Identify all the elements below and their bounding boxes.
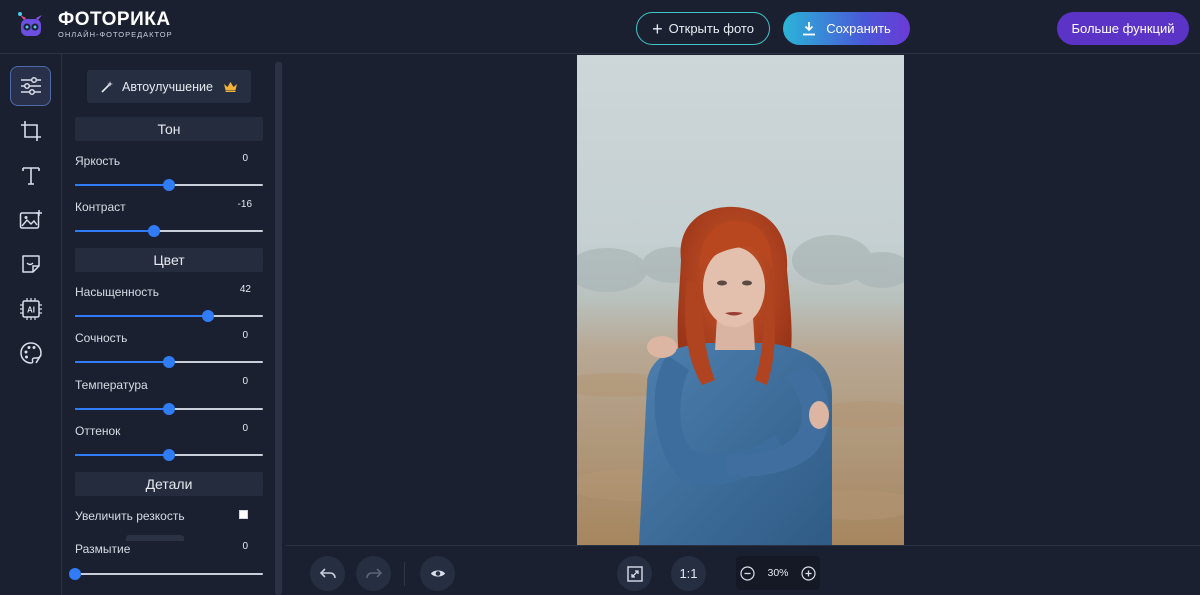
vibrance-value: 0 xyxy=(242,330,248,341)
blur-slider[interactable] xyxy=(69,568,263,580)
contrast-slider[interactable] xyxy=(75,225,263,237)
blur-slider-thumb[interactable] xyxy=(69,568,81,580)
auto-enhance-button[interactable]: Автоулучшение xyxy=(87,70,251,103)
tint-slider-thumb[interactable] xyxy=(163,449,175,461)
photo-image xyxy=(577,55,904,545)
blur-value: 0 xyxy=(242,541,248,552)
tools-rail: AI xyxy=(0,54,62,595)
temperature-slider-thumb[interactable] xyxy=(163,403,175,415)
adjustments-panel: Автоулучшение Тон Яркость 0 Контраст -16… xyxy=(63,54,285,595)
vibrance-slider[interactable] xyxy=(75,356,263,368)
app-subtitle: ОНЛАЙН-ФОТОРЕДАКТОР xyxy=(58,30,173,39)
brightness-slider[interactable] xyxy=(75,179,263,191)
saturation-slider[interactable] xyxy=(75,310,263,322)
section-tone: Тон xyxy=(75,117,263,141)
zoom-out-icon[interactable] xyxy=(740,565,755,581)
logo[interactable]: ФОТОРИКА ОНЛАЙН-ФОТОРЕДАКТОР xyxy=(16,10,173,40)
saturation-slider-thumb[interactable] xyxy=(202,310,215,322)
canvas-area xyxy=(286,54,1200,545)
plus-icon: + xyxy=(652,18,663,39)
sliders-icon xyxy=(20,76,41,96)
tool-adjust[interactable] xyxy=(10,66,51,106)
tint-slider[interactable] xyxy=(75,449,263,461)
eye-icon xyxy=(430,570,445,577)
auto-enhance-label: Автоулучшение xyxy=(122,79,213,94)
tint-value: 0 xyxy=(242,423,248,434)
panel-scrollbar[interactable] xyxy=(275,62,282,595)
app-title: ФОТОРИКА xyxy=(58,9,171,30)
undo-button[interactable] xyxy=(310,556,345,591)
redo-icon xyxy=(365,567,382,578)
download-icon xyxy=(803,22,816,36)
contrast-value: -16 xyxy=(237,199,252,210)
section-details-label: Детали xyxy=(145,476,193,492)
saturation-label: Насыщенность xyxy=(75,285,160,299)
expand-icon xyxy=(626,565,643,582)
actual-size-label: 1:1 xyxy=(679,566,698,581)
logo-icon xyxy=(16,10,46,40)
temperature-slider[interactable] xyxy=(75,403,263,415)
tool-add-image[interactable] xyxy=(10,200,51,240)
actual-size-button[interactable]: 1:1 xyxy=(671,556,706,591)
zoom-control: 30% xyxy=(736,556,820,590)
section-tone-label: Тон xyxy=(157,121,181,137)
palette-icon xyxy=(19,342,42,364)
fit-to-screen-button[interactable] xyxy=(617,556,652,591)
brightness-slider-thumb[interactable] xyxy=(163,179,175,191)
vibrance-label: Сочность xyxy=(75,331,128,345)
tool-ai[interactable]: AI xyxy=(10,289,51,329)
image-add-icon xyxy=(19,210,42,229)
section-color: Цвет xyxy=(75,248,263,272)
header: ФОТОРИКА ОНЛАЙН-ФОТОРЕДАКТОР + Открыть ф… xyxy=(0,0,1200,54)
saturation-value: 42 xyxy=(239,284,251,295)
ai-chip-icon: AI xyxy=(19,298,42,320)
zoom-level: 30% xyxy=(767,567,789,579)
sharpen-label: Увеличить резкость xyxy=(75,509,185,523)
photo-canvas[interactable] xyxy=(577,55,904,545)
zoom-in-icon[interactable] xyxy=(801,565,816,581)
tool-crop[interactable] xyxy=(10,111,51,151)
contrast-slider-thumb[interactable] xyxy=(147,225,160,237)
temperature-label: Температура xyxy=(75,378,148,392)
brightness-label: Яркость xyxy=(75,154,121,168)
text-icon xyxy=(21,167,40,185)
tool-palette[interactable] xyxy=(10,333,51,373)
panel-more-tab[interactable] xyxy=(126,535,184,541)
crop-icon xyxy=(20,121,41,141)
tool-text[interactable] xyxy=(10,155,51,195)
contrast-label: Контраст xyxy=(75,200,126,214)
open-photo-label: Открыть фото xyxy=(668,21,754,36)
svg-text:AI: AI xyxy=(27,306,35,315)
more-features-button[interactable]: Больше функций xyxy=(1057,12,1189,45)
blur-label: Размытие xyxy=(75,542,131,556)
section-details: Детали xyxy=(75,472,263,496)
section-color-label: Цвет xyxy=(153,252,185,268)
toolbar-divider xyxy=(404,562,405,586)
preview-button[interactable] xyxy=(420,556,455,591)
tool-sticker[interactable] xyxy=(10,244,51,284)
brightness-value: 0 xyxy=(242,153,248,164)
crown-icon xyxy=(223,82,237,92)
temperature-value: 0 xyxy=(242,376,248,387)
open-photo-button[interactable]: + Открыть фото xyxy=(636,12,770,45)
undo-icon xyxy=(319,567,336,578)
magic-wand-icon xyxy=(101,80,114,93)
vibrance-slider-thumb[interactable] xyxy=(163,356,175,368)
more-features-label: Больше функций xyxy=(1071,21,1175,36)
sticker-icon xyxy=(21,255,40,273)
tint-label: Оттенок xyxy=(75,424,121,438)
save-label: Сохранить xyxy=(826,21,891,36)
redo-button[interactable] xyxy=(356,556,391,591)
bottom-toolbar: 1:1 30% xyxy=(286,545,1200,595)
save-button[interactable]: Сохранить xyxy=(783,12,910,45)
sharpen-checkbox[interactable] xyxy=(239,510,248,519)
